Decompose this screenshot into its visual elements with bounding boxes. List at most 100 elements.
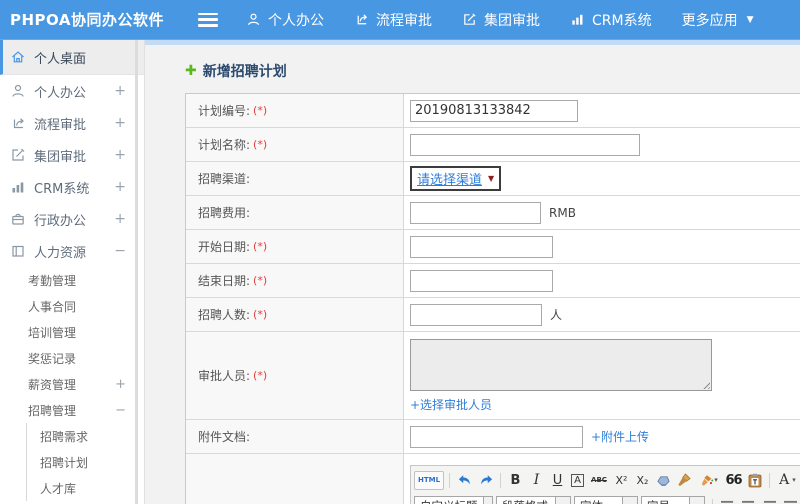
- paragraph-format-select[interactable]: 段落格式 ▾: [496, 496, 571, 504]
- font-size-select[interactable]: 字号 ▾: [641, 496, 705, 504]
- sidebar-item-recruit-plan[interactable]: 招聘计划: [27, 449, 144, 475]
- page-title: ✚ 新增招聘计划: [185, 63, 287, 80]
- strikethrough-button[interactable]: ABC: [587, 470, 611, 490]
- required-mark: (*): [253, 138, 268, 151]
- html-source-button[interactable]: HTML: [414, 470, 444, 490]
- plan-no-input[interactable]: [410, 99, 578, 122]
- sidebar-item-desktop[interactable]: 个人桌面: [0, 40, 144, 75]
- subscript-button[interactable]: X₂: [632, 470, 653, 490]
- paste-button[interactable]: [744, 470, 765, 490]
- align-right-button[interactable]: [759, 496, 780, 504]
- app-window: PHPOA协同办公软件 个人办公 流程审批 集团审批 CRM系统 更多应用 ▼ …: [0, 0, 800, 504]
- form-row-fee: 招聘费用: RMB: [186, 196, 800, 230]
- form-row-plan-name: 计划名称: (*): [186, 128, 800, 162]
- expand-toggle[interactable]: +: [114, 83, 126, 99]
- form-row-end-date: 结束日期: (*): [186, 264, 800, 298]
- sidebar-item-attendance[interactable]: 考勤管理: [0, 267, 144, 293]
- undo-button[interactable]: [454, 470, 475, 490]
- font-name-button[interactable]: A: [571, 473, 584, 487]
- sidebar-item-recruit-demand[interactable]: 招聘需求: [27, 423, 144, 449]
- caret-down-icon: ▾: [714, 476, 718, 484]
- align-justify-button[interactable]: [780, 496, 800, 504]
- start-date-input[interactable]: [410, 235, 553, 258]
- select-approver-link[interactable]: +选择审批人员: [410, 398, 492, 412]
- font-color-button[interactable]: A ▾: [774, 470, 800, 490]
- flow-icon: [10, 115, 26, 131]
- briefcase-icon: [10, 211, 26, 227]
- sidebar-item-flow-approval[interactable]: 流程审批 +: [0, 107, 144, 139]
- app-brand: PHPOA协同办公软件: [10, 11, 164, 29]
- collapse-toggle[interactable]: −: [114, 243, 126, 259]
- redo-button[interactable]: [475, 470, 496, 490]
- caret-down-icon: ▾: [482, 497, 492, 504]
- sidebar-item-training[interactable]: 培训管理: [0, 319, 144, 345]
- bold-button[interactable]: B: [505, 470, 526, 490]
- blockquote-button[interactable]: 66: [723, 470, 744, 490]
- top-menu-group-approval[interactable]: 集团审批: [462, 10, 540, 30]
- headcount-input[interactable]: [410, 303, 542, 326]
- caret-down-icon: ▾: [555, 497, 570, 504]
- form-row-start-date: 开始日期: (*): [186, 230, 800, 264]
- caret-down-icon: ▾: [622, 497, 637, 504]
- top-menu-more-apps[interactable]: 更多应用 ▼: [682, 10, 754, 30]
- sidebar-item-hr-contract[interactable]: 人事合同: [0, 293, 144, 319]
- font-family-select[interactable]: 字体 ▾: [574, 496, 638, 504]
- expand-toggle[interactable]: +: [114, 147, 126, 163]
- book-icon: [10, 243, 26, 259]
- collapse-toggle[interactable]: −: [115, 403, 126, 418]
- required-mark: (*): [253, 240, 268, 253]
- end-date-input[interactable]: [410, 269, 553, 292]
- top-menu-flow-approval[interactable]: 流程审批: [354, 10, 432, 30]
- fee-unit: RMB: [549, 205, 576, 220]
- sidebar-item-admin-office[interactable]: 行政办公 +: [0, 203, 144, 235]
- superscript-button[interactable]: X²: [611, 470, 632, 490]
- select-caret-icon: ▼: [488, 174, 495, 183]
- resize-grip-icon[interactable]: [701, 380, 710, 389]
- rich-text-editor: HTML B I U A ABC X² X₂ ▾ 66 A ▾: [410, 465, 800, 504]
- sidebar-item-recruit-mgmt[interactable]: 招聘管理 −: [0, 397, 144, 423]
- recruit-plan-form: 计划编号: (*) 计划名称: (*): [185, 93, 800, 504]
- underline-button[interactable]: U: [547, 470, 568, 490]
- attachment-upload-link[interactable]: +附件上传: [591, 428, 649, 445]
- edit-icon: [10, 147, 26, 163]
- flow-icon: [354, 12, 369, 27]
- eraser-button[interactable]: [653, 470, 674, 490]
- nav-shadow-strip: [145, 40, 800, 45]
- format-painter-button[interactable]: ▾: [695, 470, 723, 490]
- approver-textarea[interactable]: [410, 339, 712, 391]
- top-menu-crm[interactable]: CRM系统: [570, 10, 652, 30]
- required-mark: (*): [253, 274, 268, 287]
- attachment-input[interactable]: [410, 425, 583, 448]
- sidebar-item-talent-pool[interactable]: 人才库: [27, 475, 144, 501]
- required-mark: (*): [253, 369, 268, 382]
- align-center-button[interactable]: [738, 496, 759, 504]
- expand-toggle[interactable]: +: [114, 115, 126, 131]
- start-date-label: 开始日期:: [198, 240, 251, 254]
- plan-no-label: 计划编号:: [198, 104, 251, 118]
- sidebar-item-group-approval[interactable]: 集团审批 +: [0, 139, 144, 171]
- sidebar-item-personal-office[interactable]: 个人办公 +: [0, 75, 144, 107]
- sidebar-item-rewards[interactable]: 奖惩记录: [0, 345, 144, 371]
- expand-toggle[interactable]: +: [114, 211, 126, 227]
- expand-toggle[interactable]: +: [114, 179, 126, 195]
- editor-toolbar-row-2: 自定义标题 ▾ 段落格式 ▾: [414, 494, 800, 504]
- sidebar-item-salary[interactable]: 薪资管理 +: [0, 371, 144, 397]
- fee-input[interactable]: [410, 201, 541, 224]
- top-menu-personal-office[interactable]: 个人办公: [246, 10, 324, 30]
- top-menu: 个人办公 流程审批 集团审批 CRM系统 更多应用 ▼: [246, 10, 754, 30]
- sidebar-item-crm[interactable]: CRM系统 +: [0, 171, 144, 203]
- home-icon: [10, 49, 26, 65]
- align-left-button[interactable]: [717, 496, 738, 504]
- attachment-label: 附件文档:: [198, 430, 251, 444]
- channel-select[interactable]: 请选择渠道 ▼: [410, 166, 502, 191]
- italic-button[interactable]: I: [526, 470, 547, 490]
- plan-name-label: 计划名称:: [198, 138, 251, 152]
- sidebar: 个人桌面 个人办公 + 流程审批 + 集团审批 + CRM系统 + 行政办公 +…: [0, 40, 145, 504]
- custom-heading-select[interactable]: 自定义标题 ▾: [414, 496, 493, 504]
- expand-toggle[interactable]: +: [115, 377, 126, 392]
- hamburger-menu-icon[interactable]: [198, 12, 218, 27]
- chart-icon: [10, 179, 26, 195]
- plan-name-input[interactable]: [410, 133, 640, 156]
- clear-format-brush-icon[interactable]: [674, 470, 695, 490]
- sidebar-item-hr[interactable]: 人力资源 −: [0, 235, 144, 267]
